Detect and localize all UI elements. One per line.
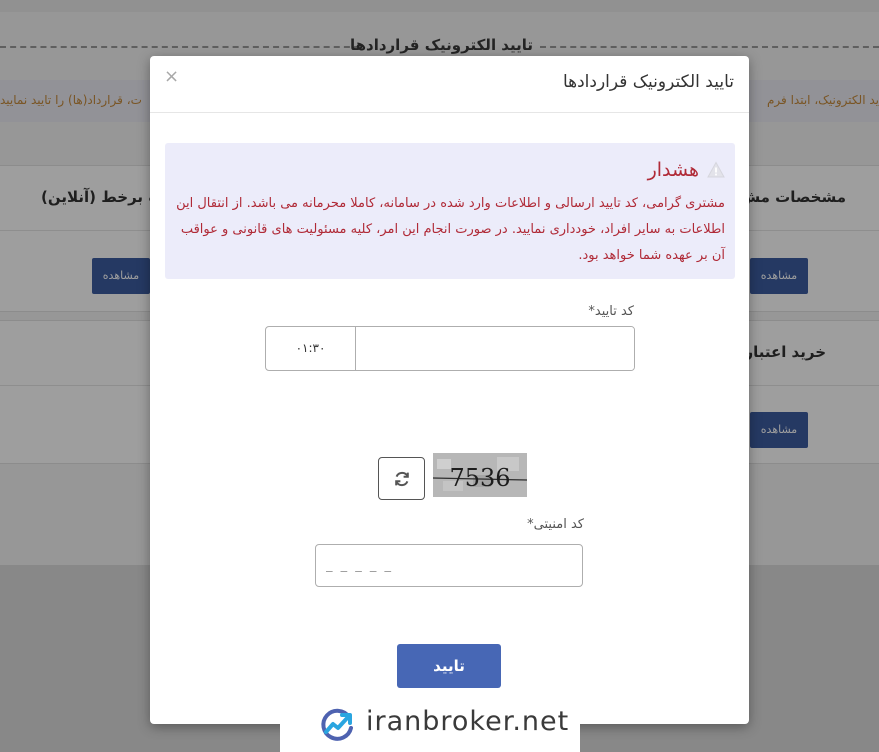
alert-title: هشدار xyxy=(647,159,699,181)
captcha-image: 7536 xyxy=(433,453,527,497)
contract-confirm-modal: تایید الکترونیک قراردادها × هشدار مشتری … xyxy=(150,56,749,724)
alert-message: مشتری گرامی، کد تایید ارسالی و اطلاعات و… xyxy=(176,196,725,263)
otp-label: کد تایید* xyxy=(588,304,634,319)
otp-input[interactable] xyxy=(356,327,634,370)
otp-countdown-timer: ۰۱:۳۰ xyxy=(266,327,356,370)
captcha-input[interactable] xyxy=(315,544,583,587)
warning-alert: هشدار مشتری گرامی، کد تایید ارسالی و اطل… xyxy=(165,143,735,279)
refresh-icon xyxy=(395,471,409,487)
close-icon[interactable]: × xyxy=(164,66,179,87)
confirm-button[interactable]: تایید xyxy=(397,644,501,688)
iranbroker-logo-icon xyxy=(321,708,353,741)
watermark: iranbroker.net xyxy=(280,698,580,752)
watermark-text: iranbroker.net xyxy=(366,706,570,737)
warning-icon xyxy=(707,161,725,178)
captcha-label: کد امنیتی* xyxy=(527,517,584,532)
alert-header: هشدار xyxy=(648,159,725,181)
modal-header: تایید الکترونیک قراردادها × xyxy=(150,56,749,113)
otp-input-group: ۰۱:۳۰ xyxy=(265,326,635,371)
captcha-text: 7536 xyxy=(449,464,510,492)
modal-title: تایید الکترونیک قراردادها xyxy=(562,72,734,92)
captcha-refresh-button[interactable] xyxy=(378,457,425,500)
